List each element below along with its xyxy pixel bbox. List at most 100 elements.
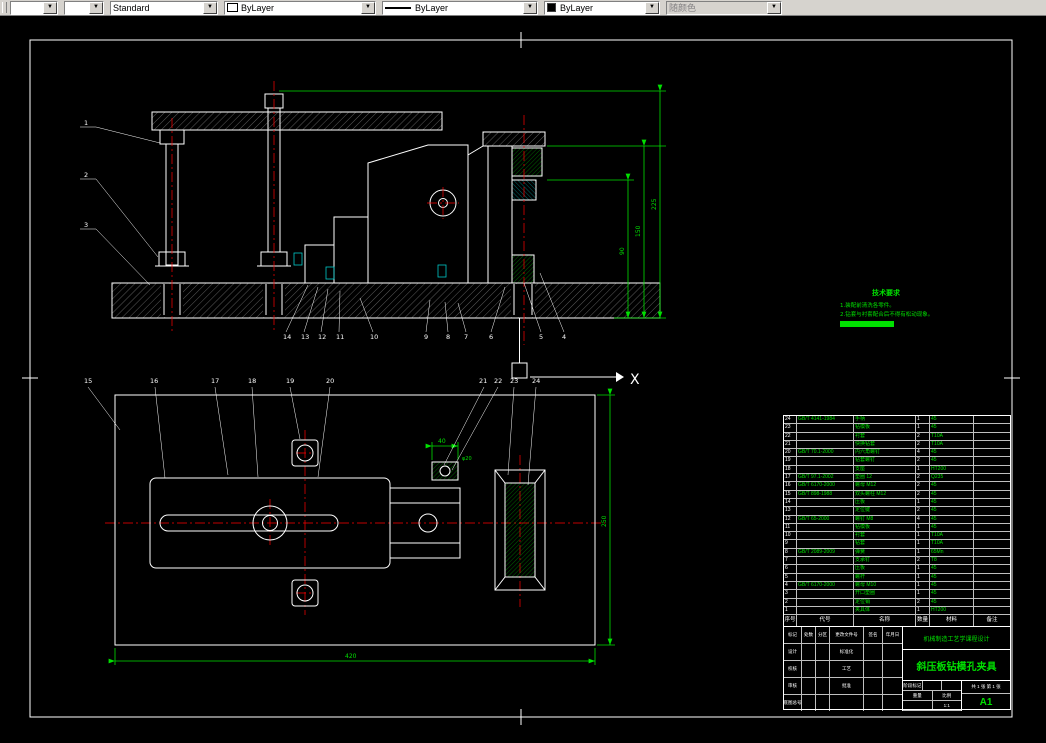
bom-row: 23 钻模板 1 45	[784, 424, 1010, 433]
signature-cell: 底图总号	[784, 695, 802, 711]
bom-cell-remark	[974, 599, 1010, 606]
bom-cell-code	[797, 457, 854, 465]
bom-cell-remark	[974, 549, 1010, 556]
signature-cell	[816, 661, 830, 677]
model-space-canvas[interactable]: X 225 150 90 420 250 40 φ20 1 2 3 14 13 …	[0, 15, 1046, 743]
chevron-down-icon[interactable]: ▼	[645, 1, 659, 14]
notes-title: 技术要求	[872, 288, 901, 297]
balloon: 24	[532, 377, 540, 385]
chevron-down-icon[interactable]: ▼	[523, 1, 537, 14]
bom-cell-code: GB/T 70.1-2000	[797, 449, 854, 457]
bom-cell-code	[797, 565, 854, 573]
x-axis-label: X	[630, 372, 640, 388]
bom-cell-material: 45	[930, 507, 974, 515]
signature-cell: 工艺	[830, 661, 864, 677]
bom-cell-remark	[974, 491, 1010, 498]
bom-cell-code	[797, 590, 854, 598]
note-line: 1.装配前清洗各零件。	[840, 301, 895, 309]
bom-cell-qty: 1	[916, 590, 930, 598]
signature-row: 校核 工艺	[784, 661, 902, 678]
signature-cell	[830, 695, 864, 711]
bom-cell-remark	[974, 416, 1010, 423]
chevron-down-icon[interactable]: ▼	[361, 1, 375, 14]
toolbar-grip[interactable]	[2, 2, 7, 13]
x-axis-indicator: X	[530, 372, 640, 388]
bom-cell-qty: 2	[916, 457, 930, 465]
bom-cell-material: 45	[930, 424, 974, 432]
weight-label: 重量	[903, 691, 933, 700]
selected-note-highlight[interactable]	[840, 321, 894, 327]
layer-combo[interactable]: ▼	[10, 0, 58, 15]
signature-cell: 分区	[816, 627, 830, 643]
bom-header-material: 材料	[930, 615, 974, 626]
text-style-combo[interactable]: Standard ▼	[110, 0, 218, 15]
lineweight-combo[interactable]: ByLayer ▼	[382, 0, 538, 15]
bom-row: 2 定位销 2 45	[784, 598, 1010, 607]
bom-cell-material: 45	[930, 598, 974, 606]
weight-scale-values: 1:1	[903, 701, 961, 711]
bom-cell-material: 45	[930, 590, 974, 598]
balloon: 11	[336, 333, 344, 341]
bom-header-row: 序号 代号 名称 数量 材料 备注	[784, 615, 1010, 627]
dim-label: 40	[438, 438, 446, 445]
bom-row: 1 夹具体 1 HT200	[784, 606, 1010, 616]
bom-row: 24 GB/T 4141-1984 手柄 1 45	[784, 416, 1010, 425]
bom-cell-remark	[974, 565, 1010, 572]
bom-cell-name: 双头螺柱 M12	[854, 490, 916, 498]
signature-cell	[883, 678, 902, 694]
bom-cell-remark	[974, 557, 1010, 564]
bom-cell-code	[797, 465, 854, 474]
bom-row: 11 钻模板 1 45	[784, 523, 1010, 533]
balloon: 4	[562, 333, 566, 341]
bom-cell-remark	[974, 466, 1010, 473]
bom-cell-name: 钻套	[854, 540, 916, 548]
signature-cell	[816, 644, 830, 660]
bom-cell-name: 手柄	[854, 416, 916, 424]
chevron-down-icon[interactable]: ▼	[203, 1, 217, 14]
signature-cell: 批准	[830, 678, 864, 694]
bom-row: 21 快换钻套 2 T10A	[784, 440, 1010, 450]
dim-label: 90	[619, 247, 626, 255]
title-block-bottom: 标记 处数 分区 更改文件号 签名 年月日 设计 标准化 校核 工艺 审核 批准…	[784, 627, 1010, 711]
signature-grid: 标记 处数 分区 更改文件号 签名 年月日 设计 标准化 校核 工艺 审核 批准…	[784, 627, 903, 711]
plot-style-value: 随颜色	[669, 3, 697, 13]
bom-cell-code	[797, 573, 854, 581]
bom-cell-name: 内六角螺钉	[854, 449, 916, 457]
linetype-combo[interactable]: ByLayer ▼	[224, 0, 376, 15]
bom-cell-material: 65Mn	[930, 548, 974, 557]
signature-cell	[802, 678, 816, 694]
chevron-down-icon[interactable]: ▼	[89, 1, 103, 14]
bom-row: 10 衬套 1 T10A	[784, 532, 1010, 541]
balloon: 16	[150, 377, 158, 385]
title-info: 机械制造工艺学课程设计 斜压板钻模孔夹具 阶段标记 重量 比例 1:1 共 1 …	[903, 627, 1010, 711]
bom-row: 8 GB/T 2089-2009 弹簧 1 65Mn	[784, 548, 1010, 558]
bom-cell-code	[797, 557, 854, 565]
bom-cell-qty: 1	[916, 532, 930, 540]
color-swatch-combo[interactable]: ▼	[64, 0, 104, 15]
stage-scale-grid: 阶段标记 重量 比例 1:1	[903, 681, 962, 711]
dim-label: 420	[345, 653, 357, 660]
chevron-down-icon[interactable]: ▼	[43, 1, 57, 14]
balloon: 9	[424, 333, 428, 341]
bom-header-code: 代号	[797, 615, 854, 626]
bom-cell-material: 45	[930, 498, 974, 507]
bom-cell-code	[797, 507, 854, 515]
chevron-down-icon: ▼	[767, 1, 781, 14]
sheet-count: 共 1 张 第 1 张	[962, 681, 1010, 694]
balloon: 22	[494, 377, 502, 385]
bom-header-name: 名称	[854, 615, 916, 626]
bom-cell-no: 15	[784, 490, 797, 498]
bom-cell-remark	[974, 441, 1010, 448]
organization-name: 机械制造工艺学课程设计	[903, 627, 1010, 650]
color-combo[interactable]: ByLayer ▼	[544, 0, 660, 15]
bom-cell-code: GB/T 2089-2009	[797, 548, 854, 557]
fastener-symbols	[293, 252, 447, 280]
balloon: 12	[318, 333, 326, 341]
weight-scale-labels: 重量 比例	[903, 691, 961, 701]
bom-cell-material: T10A	[930, 432, 974, 440]
signature-cell: 更改文件号	[830, 627, 864, 643]
bom-cell-no: 9	[784, 540, 797, 548]
bom-cell-qty: 2	[916, 474, 930, 482]
bom-cell-name: 支承钉	[854, 557, 916, 565]
bom-row: 14 压板 1 45	[784, 498, 1010, 508]
